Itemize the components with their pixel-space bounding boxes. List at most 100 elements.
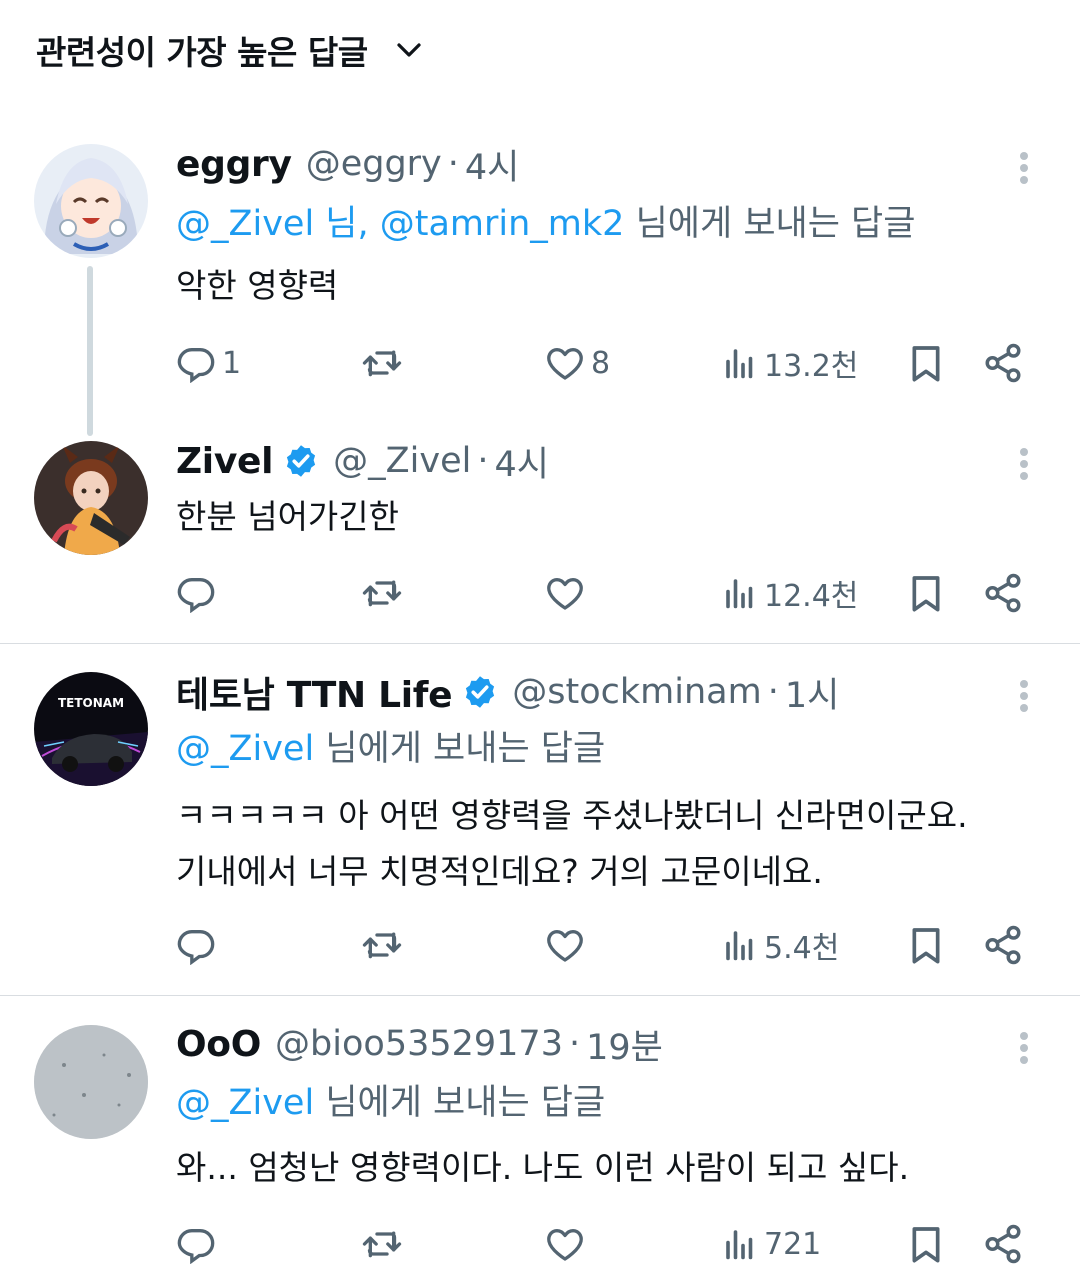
like-button[interactable]: 8 — [545, 338, 610, 388]
avatar[interactable] — [34, 144, 148, 258]
timestamp[interactable]: 4시 — [465, 139, 519, 190]
avatar[interactable] — [34, 441, 148, 555]
retweet-icon — [360, 925, 404, 965]
tweet-text: 한분 넘어가긴한 — [176, 489, 399, 545]
reply-count: 1 — [222, 345, 242, 381]
sort-label: 관련성이 가장 높은 답글 — [36, 33, 368, 72]
bookmark-button[interactable] — [906, 1219, 946, 1269]
separator-dot: · — [767, 672, 779, 712]
action-bar: 5.4천 — [0, 920, 1080, 970]
display-name[interactable]: OoO — [176, 1024, 261, 1065]
chevron-down-icon — [394, 35, 424, 65]
reply-button[interactable] — [176, 1219, 222, 1269]
reply-to-line: @_Zivel 님에게 보내는 답글 — [176, 726, 605, 772]
bookmark-icon — [906, 342, 946, 384]
retweet-icon — [360, 1224, 404, 1264]
timestamp[interactable]: 1시 — [785, 667, 839, 718]
tweet-text: 와... 엄청난 영향력이다. 나도 이런 사람이 되고 싶다. — [176, 1140, 909, 1196]
reply-to-suffix: 님에게 보내는 답글 — [325, 1083, 606, 1123]
reply-button[interactable]: 1 — [176, 338, 241, 388]
retweet-button[interactable] — [360, 920, 404, 970]
share-icon — [982, 924, 1024, 966]
avatar[interactable]: TETONAM — [34, 672, 148, 786]
views-icon — [722, 573, 758, 613]
mention-link[interactable]: @_Zivel — [176, 729, 314, 769]
reply-icon — [176, 343, 216, 383]
more-icon[interactable] — [1008, 676, 1040, 716]
handle[interactable]: @bioo53529173 — [275, 1024, 563, 1064]
views-button[interactable]: 13.2천 — [722, 338, 858, 388]
views-button[interactable]: 721 — [722, 1219, 821, 1269]
avatar[interactable] — [34, 1025, 148, 1139]
view-count: 5.4천 — [764, 931, 840, 966]
more-icon[interactable] — [1008, 148, 1040, 188]
view-count: 13.2천 — [764, 349, 859, 384]
share-icon — [982, 572, 1024, 614]
reply-button[interactable] — [176, 920, 222, 970]
display-name[interactable]: Zivel — [176, 441, 273, 482]
tweet-text-line: 악한 영향력 — [176, 266, 339, 305]
mention-link[interactable]: @_Zivel — [176, 1083, 314, 1123]
like-icon — [545, 1224, 585, 1264]
tweet-text-line: 기내에서 너무 치명적인데요? 거의 고문이네요. — [176, 852, 823, 891]
reply-to-line: @_Zivel 님, @tamrin_mk2 님에게 보내는 답글 — [176, 201, 915, 247]
more-icon[interactable] — [1008, 444, 1040, 484]
tweet-text-line: 한분 넘어가긴한 — [176, 497, 400, 536]
retweet-button[interactable] — [360, 568, 404, 618]
separator-dot: · — [447, 144, 459, 184]
separator-dot: · — [477, 441, 489, 481]
reply-to-suffix: 님에게 보내는 답글 — [325, 729, 606, 769]
sort-dropdown[interactable]: 관련성이 가장 높은 답글 — [36, 24, 424, 76]
bookmark-button[interactable] — [906, 338, 946, 388]
more-icon[interactable] — [1008, 1028, 1040, 1068]
display-name[interactable]: eggry — [176, 144, 292, 185]
tweet-text: ㅋㅋㅋㅋㅋ 아 어떤 영향력을 주셨나봤더니 신라면이군요. 기내에서 너무 치… — [176, 788, 968, 900]
mention-link[interactable]: @_Zivel 님, @tamrin_mk2 — [176, 204, 624, 244]
display-name[interactable]: 테토남 TTN Life — [176, 666, 453, 718]
retweet-button[interactable] — [360, 338, 404, 388]
like-button[interactable] — [545, 1219, 591, 1269]
separator-dot: · — [568, 1024, 581, 1064]
bookmark-button[interactable] — [906, 920, 946, 970]
divider — [0, 643, 1080, 644]
handle[interactable]: @eggry — [306, 144, 442, 184]
timestamp[interactable]: 19분 — [586, 1019, 663, 1070]
view-count: 721 — [764, 1226, 822, 1262]
views-icon — [722, 343, 758, 383]
share-icon — [982, 1223, 1024, 1265]
bookmark-icon — [906, 572, 946, 614]
avatar-logo-text: TETONAM — [58, 696, 124, 710]
view-count: 12.4천 — [764, 579, 859, 614]
like-icon — [545, 343, 585, 383]
share-button[interactable] — [982, 338, 1024, 388]
timestamp[interactable]: 4시 — [494, 436, 548, 487]
views-button[interactable]: 12.4천 — [722, 568, 858, 618]
divider — [0, 995, 1080, 996]
reply-icon — [176, 1224, 216, 1264]
share-icon — [982, 342, 1024, 384]
verified-badge-icon — [462, 674, 498, 710]
retweet-button[interactable] — [360, 1219, 404, 1269]
views-icon — [722, 925, 758, 965]
action-bar: 12.4천 — [0, 568, 1080, 618]
handle[interactable]: @stockminam — [512, 672, 761, 712]
reply-icon — [176, 573, 216, 613]
views-icon — [722, 1224, 758, 1264]
action-bar: 721 — [0, 1219, 1080, 1269]
like-button[interactable] — [545, 920, 591, 970]
share-button[interactable] — [982, 568, 1024, 618]
share-button[interactable] — [982, 920, 1024, 970]
views-button[interactable]: 5.4천 — [722, 920, 839, 970]
reply-to-suffix: 님에게 보내는 답글 — [635, 204, 916, 244]
retweet-icon — [360, 573, 404, 613]
tweet-text: 악한 영향력 — [176, 258, 338, 314]
reply-button[interactable] — [176, 568, 222, 618]
action-bar: 1 8 13.2천 — [0, 338, 1080, 388]
handle[interactable]: @_Zivel — [333, 441, 471, 481]
like-button[interactable] — [545, 568, 591, 618]
verified-badge-icon — [283, 443, 319, 479]
bookmark-button[interactable] — [906, 568, 946, 618]
tweet-text-line: ㅋㅋㅋㅋㅋ 아 어떤 영향력을 주셨나봤더니 신라면이군요. — [176, 796, 968, 835]
bookmark-icon — [906, 1223, 946, 1265]
share-button[interactable] — [982, 1219, 1024, 1269]
